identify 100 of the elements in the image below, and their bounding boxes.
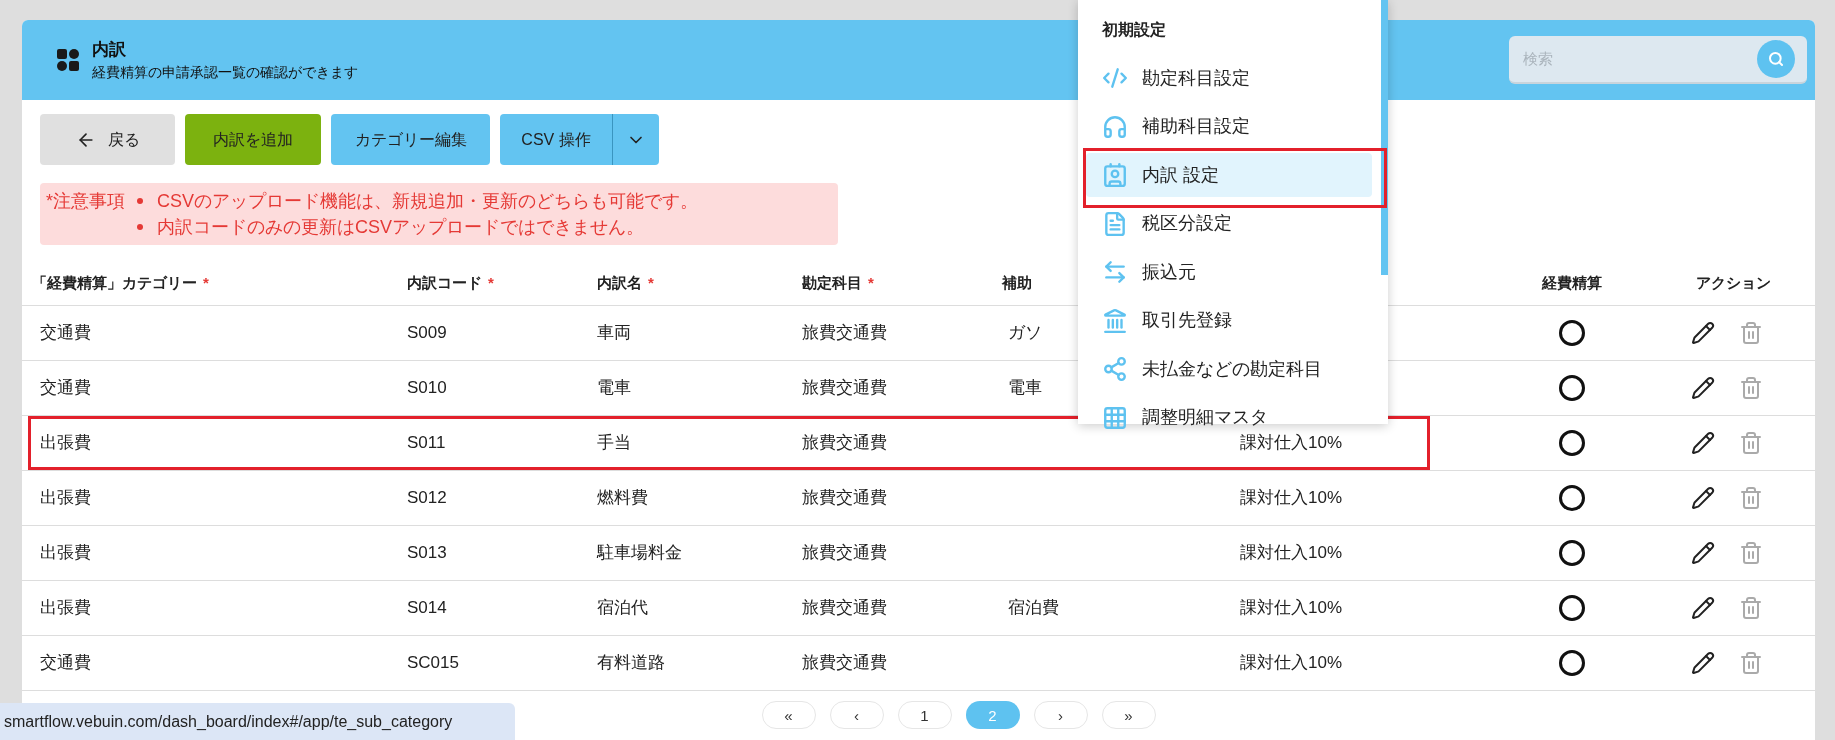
delete-button[interactable] — [1739, 541, 1763, 565]
bank-icon — [1102, 307, 1128, 334]
notice-item: 内訳コードのみの更新はCSVアップロードではできません。 — [157, 216, 645, 239]
delete-button[interactable] — [1739, 321, 1763, 345]
table-cell: 課対仕入10% — [1240, 543, 1343, 563]
delete-button[interactable] — [1739, 376, 1763, 400]
required-mark: * — [648, 272, 654, 293]
table-cell: 電車 — [597, 378, 631, 398]
table-cell: S012 — [407, 488, 447, 508]
required-mark: * — [868, 272, 874, 293]
table-cell: SC015 — [407, 653, 459, 673]
delete-button[interactable] — [1739, 431, 1763, 455]
trash-icon — [1739, 321, 1763, 345]
required-mark: * — [488, 272, 494, 293]
column-header: 勘定科目 — [802, 272, 862, 293]
search-icon — [1768, 51, 1784, 67]
menu-title: 初期設定 — [1101, 20, 1167, 40]
trash-icon — [1739, 486, 1763, 510]
status-url: smartflow.vebuin.com/dash_board/index#/app/te_sub_category — [4, 711, 453, 732]
edit-button[interactable] — [1691, 376, 1715, 400]
table-cell: S010 — [407, 378, 447, 398]
table-cell: S011 — [407, 433, 446, 453]
notice-label: *注意事項 — [46, 190, 125, 213]
category-edit-button[interactable]: カテゴリー編集 — [331, 114, 490, 165]
required-mark: * — [203, 272, 209, 293]
table-cell: 車両 — [597, 323, 631, 343]
table-cell: 旅費交通費 — [802, 433, 887, 453]
apps-icon — [56, 48, 80, 72]
page-button[interactable]: 1 — [897, 701, 952, 729]
trash-icon — [1739, 376, 1763, 400]
column-header: 「経費精算」カテゴリー — [32, 272, 197, 293]
pencil-icon — [1691, 431, 1715, 455]
page-button[interactable]: ‹ — [829, 701, 884, 729]
table-cell: 燃料費 — [597, 488, 648, 508]
column-header: 内訳コード — [407, 272, 482, 293]
table-cell: 旅費交通費 — [802, 323, 887, 343]
table-cell: 課対仕入10% — [1240, 433, 1343, 453]
bullet-icon — [137, 224, 143, 230]
table-cell: 旅費交通費 — [802, 543, 887, 563]
notice-item: CSVのアップロード機能は、新規追加・更新のどちらも可能です。 — [157, 190, 699, 213]
contact-icon — [1102, 162, 1128, 189]
edit-button[interactable] — [1691, 486, 1715, 510]
document-icon — [1102, 210, 1128, 237]
edit-button[interactable] — [1691, 321, 1715, 345]
menu-item[interactable]: 内訳 設定 — [1086, 153, 1372, 198]
page-button[interactable]: › — [1033, 701, 1088, 729]
pencil-icon — [1691, 596, 1715, 620]
table-cell: 旅費交通費 — [802, 598, 887, 618]
page-button[interactable]: » — [1101, 701, 1156, 729]
column-header: 経費精算 — [1542, 272, 1602, 293]
column-header: 内訳名 — [597, 272, 642, 293]
grid-icon — [1102, 404, 1128, 431]
edit-button[interactable] — [1691, 431, 1715, 455]
edit-button[interactable] — [1691, 541, 1715, 565]
menu-item[interactable]: 勘定科目設定 — [1086, 56, 1372, 101]
table-cell: 有料道路 — [597, 653, 665, 673]
pencil-icon — [1691, 541, 1715, 565]
table-cell: 宿泊代 — [597, 598, 648, 618]
menu-item[interactable]: 税区分設定 — [1086, 201, 1372, 246]
table-cell: 出張費 — [40, 433, 91, 453]
column-header: 補助 — [1002, 272, 1032, 293]
pencil-icon — [1691, 651, 1715, 675]
page-button[interactable]: « — [761, 701, 816, 729]
bullet-icon — [137, 198, 143, 204]
nodes-icon — [1102, 356, 1128, 383]
table-cell: 駐車場料金 — [597, 543, 682, 563]
table-cell: 交通費 — [40, 378, 91, 398]
table-cell: 出張費 — [40, 488, 91, 508]
delete-button[interactable] — [1739, 651, 1763, 675]
edit-button[interactable] — [1691, 651, 1715, 675]
table-cell: S009 — [407, 323, 447, 343]
delete-button[interactable] — [1739, 486, 1763, 510]
table-cell: 宿泊費 — [1008, 598, 1059, 618]
menu-item[interactable]: 補助科目設定 — [1086, 104, 1372, 149]
table-cell: 交通費 — [40, 653, 91, 673]
page-subtitle: 経費精算の申請承認一覧の確認ができます — [92, 63, 358, 82]
trash-icon — [1739, 541, 1763, 565]
add-button[interactable]: 内訳を追加 — [185, 114, 321, 165]
table-cell: ガソ — [1008, 323, 1042, 343]
trash-icon — [1739, 431, 1763, 455]
headset-icon — [1102, 113, 1128, 140]
pencil-icon — [1691, 321, 1715, 345]
menu-item[interactable]: 振込元 — [1086, 250, 1372, 295]
csv-button[interactable]: CSV 操作 — [500, 114, 613, 165]
table-cell: 電車 — [1008, 378, 1042, 398]
delete-button[interactable] — [1739, 596, 1763, 620]
column-header: アクション — [1696, 272, 1771, 293]
table-cell: S013 — [407, 543, 447, 563]
edit-button[interactable] — [1691, 596, 1715, 620]
menu-item[interactable]: 取引先登録 — [1086, 298, 1372, 343]
menu-item[interactable]: 未払金などの勘定科目 — [1086, 347, 1372, 392]
search-button[interactable] — [1757, 40, 1795, 78]
table-cell: 交通費 — [40, 323, 91, 343]
trash-icon — [1739, 596, 1763, 620]
table-cell: 旅費交通費 — [802, 653, 887, 673]
pencil-icon — [1691, 376, 1715, 400]
pencil-icon — [1691, 486, 1715, 510]
table-cell: 旅費交通費 — [802, 378, 887, 398]
back-button[interactable]: 戻る — [40, 114, 175, 165]
table-cell: 課対仕入10% — [1240, 488, 1343, 508]
